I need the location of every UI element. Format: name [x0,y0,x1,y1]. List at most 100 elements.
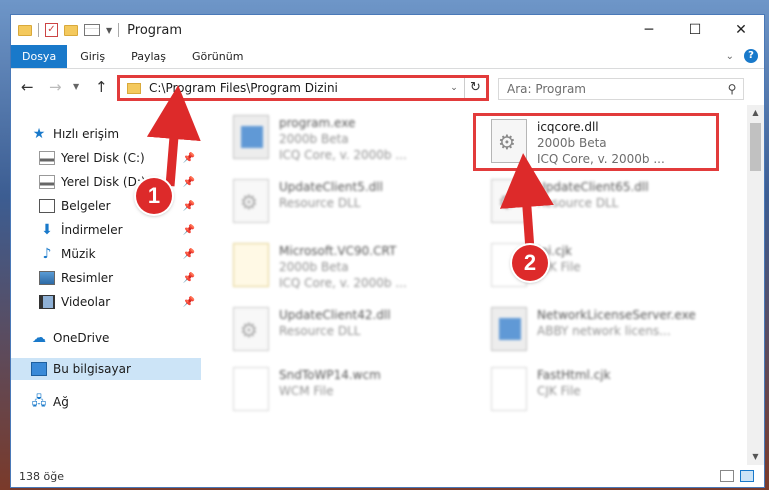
search-placeholder: Ara: Program [507,82,586,96]
file-description: WCM File [279,384,334,398]
drive-icon [39,175,55,189]
generic-file-icon [491,367,527,411]
file-description: 2000b Beta [279,260,349,274]
nav-item-videos[interactable]: Videolar 📌 [11,291,201,313]
file-name: Microsoft.VC90.CRT [279,244,397,258]
minimize-button[interactable]: ─ [626,15,672,45]
properties-check-icon[interactable]: ✓ [45,23,58,37]
file-item[interactable]: FastHtml.cjk CJK File [475,363,705,419]
vertical-scrollbar[interactable]: ▲ ▼ [747,105,764,465]
downloads-icon: ⬇ [41,222,53,238]
pin-icon[interactable]: 📌 [183,177,195,188]
file-description: 2000b Beta [279,132,349,146]
search-input[interactable]: Ara: Program ⚲ [498,78,744,100]
file-description: CJK File [537,384,581,398]
scroll-down-icon[interactable]: ▼ [747,449,764,465]
this-pc-icon [31,362,47,376]
file-description: Resource DLL [537,196,619,210]
highlight-box [473,113,719,171]
pin-icon[interactable]: 📌 [183,273,195,284]
nav-item-music[interactable]: ♪ Müzik 📌 [11,243,201,265]
file-item[interactable]: Microsoft.VC90.CRT 2000b Beta ICQ Core, v.… [217,239,447,295]
file-list: program.exe 2000b Beta ICQ Core, v. 2000b … [217,105,746,465]
drive-icon [39,151,55,165]
scroll-thumb[interactable] [750,123,761,171]
expand-ribbon-icon[interactable]: ⌄ [726,51,734,62]
nav-item-label: Hızlı erişim [53,127,120,141]
dll-file-icon [491,179,527,223]
nav-item-documents[interactable]: Belgeler 📌 [11,195,201,217]
forward-arrow-icon[interactable]: → [49,78,62,96]
nav-item-onedrive[interactable]: ☁ OneDrive [11,327,201,349]
back-arrow-icon[interactable]: ← [21,78,34,96]
tiles-view-icon[interactable] [740,470,754,482]
nav-item-downloads[interactable]: ⬇ İndirmeler 📌 [11,219,201,241]
up-arrow-icon[interactable]: ↑ [95,78,108,96]
pin-icon[interactable]: 📌 [183,153,195,164]
maximize-button[interactable]: ☐ [672,15,718,45]
nav-item-label: Videolar [61,295,111,309]
file-description: Resource DLL [279,196,361,210]
window-title: Program [127,22,183,38]
network-icon: 🖧 [31,394,47,409]
quick-access-toolbar: ✓ ▼ [11,23,120,37]
pictures-icon [39,271,55,285]
file-item[interactable]: NetworkLicenseServer.exe ABBY network lic… [475,303,705,359]
divider [38,23,39,37]
file-item[interactable]: UpdateClient5.dll Resource DLL [217,175,447,231]
properties-icon[interactable] [84,24,100,36]
file-name: NetworkLicenseServer.exe [537,308,696,322]
generic-file-icon [233,367,269,411]
folder-icon [127,82,141,94]
tab-view[interactable]: Görünüm [179,45,256,68]
recent-locations-dropdown-icon[interactable]: ▼ [73,82,79,91]
folder-icon [18,24,32,36]
file-item[interactable]: program.exe 2000b Beta ICQ Core, v. 2000b … [217,111,447,167]
customize-toolbar-dropdown-icon[interactable]: ▼ [106,26,112,35]
nav-item-local-disk-d[interactable]: Yerel Disk (D:) 📌 [11,171,201,193]
address-dropdown-icon[interactable]: ⌄ [444,83,464,93]
file-name: UpdateClient65.dll [537,180,649,194]
nav-item-local-disk-c[interactable]: Yerel Disk (C:) 📌 [11,147,201,169]
nav-item-label: Ağ [53,395,69,409]
nav-item-pictures[interactable]: Resimler 📌 [11,267,201,289]
file-item[interactable]: UpdateClient42.dll Resource DLL [217,303,447,359]
file-name: program.exe [279,116,356,130]
scroll-up-icon[interactable]: ▲ [747,105,764,121]
address-path[interactable]: C:\Program Files\Program Dizini [149,81,444,95]
file-name: SndToWP14.wcm [279,368,381,382]
documents-icon [39,199,55,213]
nav-item-label: Resimler [61,271,114,285]
status-bar: 138 öğe [11,465,764,487]
file-item[interactable]: UpdateClient65.dll Resource DLL [475,175,705,231]
tab-share[interactable]: Paylaş [118,45,179,68]
file-item[interactable]: SndToWP14.wcm WCM File [217,363,447,419]
dll-file-icon [233,307,269,351]
tab-file[interactable]: Dosya [11,45,68,68]
new-folder-icon[interactable] [64,24,78,36]
details-view-icon[interactable] [720,470,734,482]
close-button[interactable]: ✕ [718,15,764,45]
navigation-pane: ★ Hızlı erişim Yerel Disk (C:) 📌 Yerel D… [11,105,211,465]
nav-item-label: Belgeler [61,199,111,213]
refresh-icon[interactable]: ↻ [464,78,486,98]
file-name: UpdateClient42.dll [279,308,391,322]
title-bar: ✓ ▼ Program ─ ☐ ✕ [11,15,764,45]
divider [118,23,120,37]
nav-item-quick-access[interactable]: ★ Hızlı erişim [11,123,201,145]
tab-home[interactable]: Giriş [67,45,118,68]
nav-item-network[interactable]: 🖧 Ağ [11,391,201,413]
file-item[interactable]: ini.cjk CJK File [475,239,705,295]
pin-icon[interactable]: 📌 [183,225,195,236]
onedrive-icon: ☁ [32,330,46,346]
search-icon[interactable]: ⚲ [721,82,743,96]
address-bar[interactable]: C:\Program Files\Program Dizini ⌄ ↻ [117,75,489,101]
pin-icon[interactable]: 📌 [183,201,195,212]
ribbon-tabs: Dosya Giriş Paylaş Görünüm ⌄ ? [11,45,764,69]
nav-item-this-pc[interactable]: Bu bilgisayar [11,358,201,380]
music-icon: ♪ [42,246,52,262]
help-icon[interactable]: ? [744,49,758,63]
dll-file-icon [233,179,269,223]
pin-icon[interactable]: 📌 [183,297,195,308]
pin-icon[interactable]: 📌 [183,249,195,260]
